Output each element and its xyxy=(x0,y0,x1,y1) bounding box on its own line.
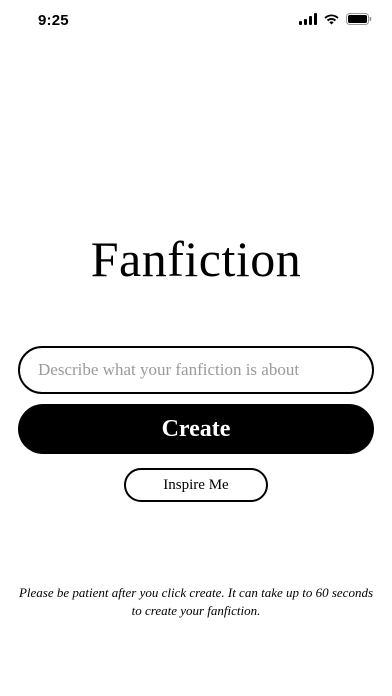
page-title: Fanfiction xyxy=(90,231,302,287)
inspire-me-button[interactable]: Inspire Me xyxy=(124,468,268,502)
signal-icon xyxy=(299,13,317,25)
status-bar: 9:25 xyxy=(0,0,392,44)
status-icons xyxy=(299,13,372,25)
patience-notice: Please be patient after you click create… xyxy=(18,585,373,618)
fanfiction-description-input[interactable] xyxy=(18,346,374,394)
create-button[interactable]: Create xyxy=(18,404,374,454)
status-time: 9:25 xyxy=(38,12,69,29)
wifi-icon xyxy=(324,14,339,25)
battery-icon xyxy=(346,13,372,25)
